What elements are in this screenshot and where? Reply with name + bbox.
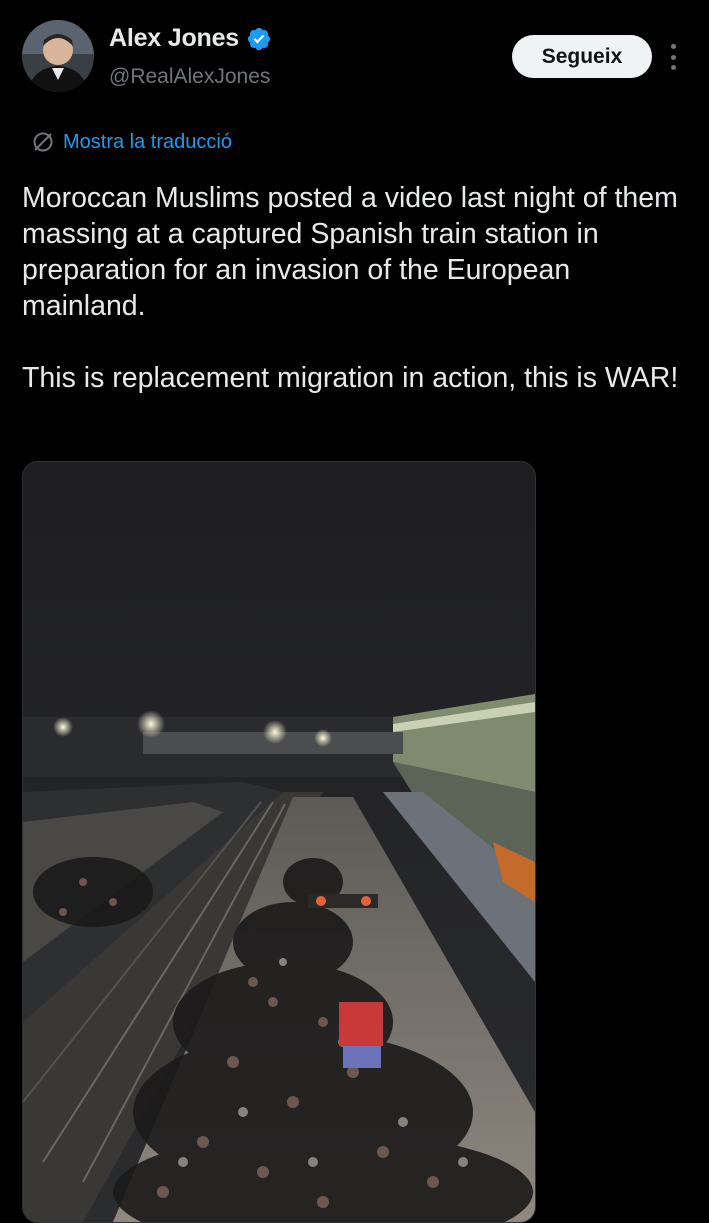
author-name-row: Alex Jones xyxy=(109,24,272,53)
tweet-text: Moroccan Muslims posted a video last nig… xyxy=(22,180,682,396)
follow-button[interactable]: Segueix xyxy=(512,35,652,78)
author-display-name[interactable]: Alex Jones xyxy=(109,24,239,53)
author-handle[interactable]: @RealAlexJones xyxy=(109,65,270,89)
tweet-paragraph: This is replacement migration in action,… xyxy=(22,362,679,394)
show-translation-label[interactable]: Mostra la traducció xyxy=(63,131,232,154)
video-thumbnail-icon xyxy=(23,462,535,1222)
tweet-paragraph: Moroccan Muslims posted a video last nig… xyxy=(22,182,678,322)
translate-globe-icon xyxy=(33,132,53,152)
show-translation-link[interactable]: Mostra la traducció xyxy=(31,130,232,154)
avatar[interactable] xyxy=(22,20,94,92)
avatar-image xyxy=(22,20,94,92)
tweet-video[interactable] xyxy=(22,461,536,1223)
more-vertical-icon[interactable] xyxy=(661,40,685,74)
verified-badge-icon xyxy=(247,27,271,50)
tweet-header: Alex Jones @RealAlexJones Segueix xyxy=(0,0,709,110)
